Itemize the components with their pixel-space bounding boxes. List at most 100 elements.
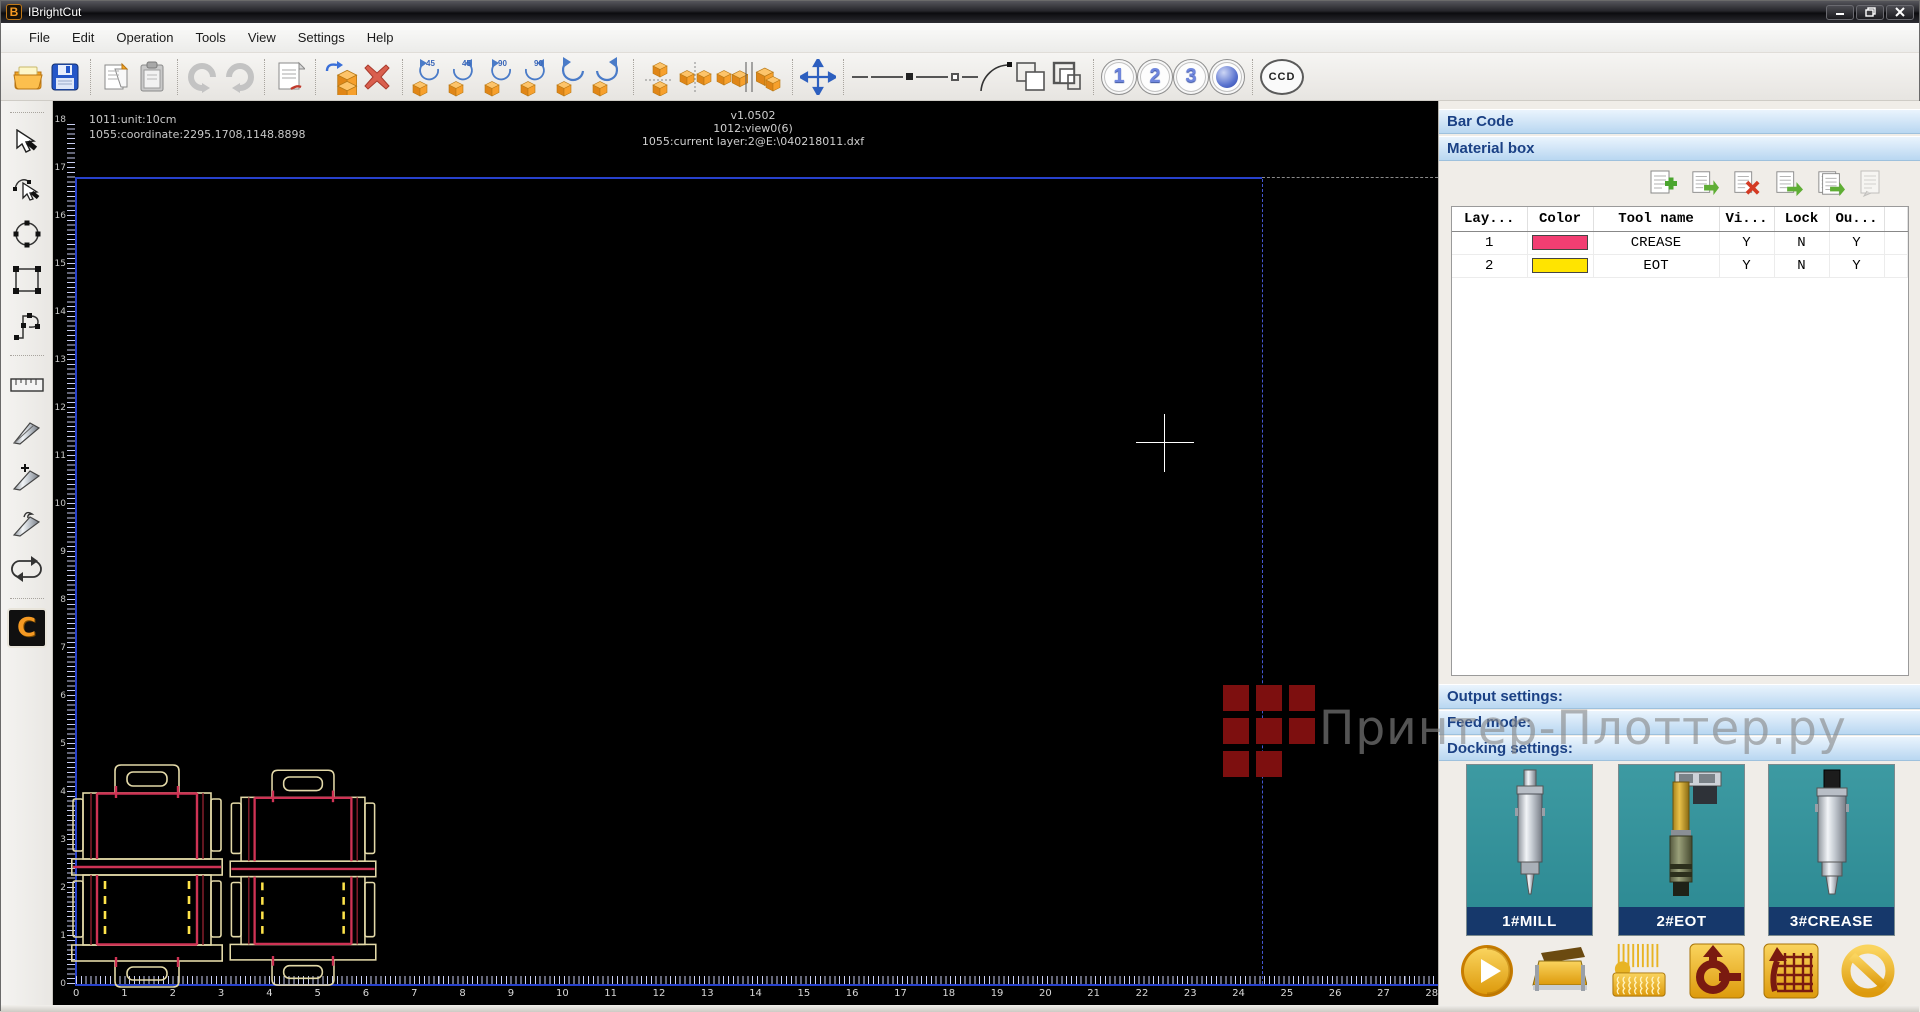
select-tool[interactable]: [7, 122, 47, 162]
delete-button[interactable]: [359, 56, 395, 98]
export-layer-button[interactable]: [1775, 169, 1803, 197]
minimize-icon: [1835, 8, 1845, 16]
rotate-ccw-button[interactable]: [554, 56, 590, 98]
rotate-90-cw-button[interactable]: 90: [518, 56, 554, 98]
col-extra: [1884, 207, 1908, 231]
insert-layer-icon: [1691, 169, 1719, 197]
menu-file[interactable]: File: [19, 26, 60, 49]
col-layer[interactable]: Lay...: [1452, 207, 1527, 231]
feeder-button[interactable]: [1531, 943, 1587, 999]
visible-flag[interactable]: Y: [1719, 254, 1774, 277]
h-ruler-number: 8: [459, 988, 465, 999]
menu-settings[interactable]: Settings: [288, 26, 355, 49]
line-style-solid-button[interactable]: [851, 56, 887, 98]
col-lock[interactable]: Lock: [1774, 207, 1829, 231]
docking-settings-header[interactable]: Docking settings:: [1439, 736, 1920, 761]
col-color[interactable]: Color: [1527, 207, 1593, 231]
knife-add-tool[interactable]: [7, 457, 47, 497]
table-row[interactable]: 1 CREASE Y N Y: [1452, 231, 1908, 254]
insert-layer-button[interactable]: [1691, 169, 1719, 197]
comment-button[interactable]: [1859, 169, 1887, 197]
brush-button[interactable]: [1611, 943, 1667, 999]
color-swatch[interactable]: [1532, 258, 1588, 273]
loop-tool[interactable]: [7, 549, 47, 589]
close-button[interactable]: [1886, 5, 1914, 20]
add-layer-button[interactable]: [1649, 169, 1677, 197]
col-output[interactable]: Ou...: [1829, 207, 1884, 231]
view-ball-button[interactable]: [1209, 56, 1245, 98]
align-tool-button[interactable]: [749, 56, 785, 98]
path-tool[interactable]: [7, 306, 47, 346]
h-ruler-number: 24: [1232, 988, 1245, 999]
align-tool-button[interactable]: [641, 56, 677, 98]
material-box-header[interactable]: Material box: [1439, 136, 1920, 161]
overlap-squares-button[interactable]: [1014, 56, 1050, 98]
undo-button[interactable]: [185, 56, 221, 98]
table-row[interactable]: 2 EOT Y N Y: [1452, 254, 1908, 277]
export-all-layers-button[interactable]: [1817, 169, 1845, 197]
align-tool-button[interactable]: [713, 56, 749, 98]
line-style-dot-button[interactable]: [887, 56, 932, 98]
overlap-squares-button[interactable]: [1050, 56, 1086, 98]
restore-button[interactable]: [1856, 5, 1884, 20]
view-1-button[interactable]: 1: [1101, 56, 1137, 98]
color-swatch[interactable]: [1532, 235, 1588, 250]
start-output-button[interactable]: [1459, 943, 1515, 999]
report-button[interactable]: [272, 56, 308, 98]
lock-flag[interactable]: N: [1774, 254, 1829, 277]
align-tool-button[interactable]: [677, 56, 713, 98]
add-layer-icon: [1649, 169, 1677, 197]
open-button[interactable]: [11, 56, 47, 98]
col-tool-name[interactable]: Tool name: [1593, 207, 1719, 231]
delete-layer-button[interactable]: [1733, 169, 1761, 197]
rectangle-tool[interactable]: [7, 260, 47, 300]
rotate-cw-button[interactable]: [590, 56, 626, 98]
menu-edit[interactable]: Edit: [62, 26, 104, 49]
output-settings-header[interactable]: Output settings:: [1439, 684, 1920, 709]
bar-code-header[interactable]: Bar Code: [1439, 109, 1920, 134]
docking-tool-card-mill[interactable]: 1#MILL: [1466, 764, 1593, 936]
paste-button[interactable]: [134, 56, 170, 98]
lock-flag[interactable]: N: [1774, 231, 1829, 254]
col-visible[interactable]: Vi...: [1719, 207, 1774, 231]
feed-mode-header[interactable]: Feed mode:: [1439, 710, 1920, 735]
grid-output-button[interactable]: [1763, 943, 1819, 999]
h-ruler-number: 28: [1425, 988, 1438, 999]
rotate-45-cw-button[interactable]: 45: [446, 56, 482, 98]
redo-button[interactable]: [221, 56, 257, 98]
h-ruler-number: 20: [1039, 988, 1052, 999]
menu-view[interactable]: View: [238, 26, 286, 49]
drawing-canvas[interactable]: 1011:unit:10cm 1055:coordinate:2295.1708…: [53, 101, 1438, 1012]
measure-tool[interactable]: [7, 365, 47, 405]
arc-tool-button[interactable]: [978, 56, 1014, 98]
docking-tool-card-eot[interactable]: 2#EOT: [1618, 764, 1745, 936]
output-flag[interactable]: Y: [1829, 254, 1884, 277]
node-edit-tool[interactable]: [7, 168, 47, 208]
v-ruler-number: 12: [54, 403, 66, 413]
save-button[interactable]: [47, 56, 83, 98]
view-2-button[interactable]: 2: [1137, 56, 1173, 98]
menu-tools[interactable]: Tools: [185, 26, 235, 49]
ccd-button[interactable]: CCD: [1260, 56, 1304, 98]
docking-tool-card-crease[interactable]: 3#CREASE: [1768, 764, 1895, 936]
move-button[interactable]: [800, 56, 836, 98]
circle-tool[interactable]: [7, 214, 47, 254]
menu-help[interactable]: Help: [357, 26, 404, 49]
copy-button[interactable]: [98, 56, 134, 98]
stop-button[interactable]: [1839, 943, 1895, 999]
menu-operation[interactable]: Operation: [106, 26, 183, 49]
rotate-90-ccw-button[interactable]: 90: [482, 56, 518, 98]
rotate-output-button[interactable]: [1689, 943, 1745, 999]
material-table[interactable]: Lay... Color Tool name Vi... Lock Ou... …: [1451, 206, 1909, 676]
output-flag[interactable]: Y: [1829, 231, 1884, 254]
h-ruler-number: 18: [942, 988, 955, 999]
h-ruler-number: 11: [604, 988, 617, 999]
rotate-45-ccw-button[interactable]: 45: [410, 56, 446, 98]
import-box-button[interactable]: [323, 56, 359, 98]
minimize-button[interactable]: [1826, 5, 1854, 20]
view-3-button[interactable]: 3: [1173, 56, 1209, 98]
knife-tool[interactable]: [7, 411, 47, 451]
knife-curve-tool[interactable]: [7, 503, 47, 543]
visible-flag[interactable]: Y: [1719, 231, 1774, 254]
line-style-square-button[interactable]: [932, 56, 978, 98]
